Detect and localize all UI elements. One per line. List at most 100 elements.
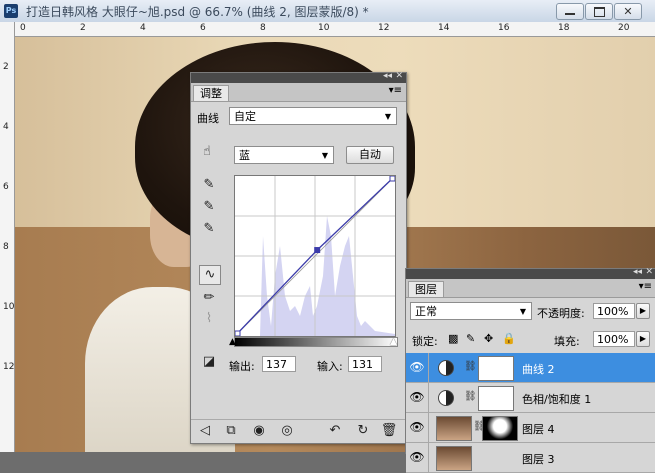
adjustments-tab-bar: 调整 ▾≡ <box>191 83 406 102</box>
clip-icon[interactable]: ◪ <box>199 353 219 371</box>
ruler-number: 6 <box>3 182 9 192</box>
visibility-eye-icon[interactable]: 👁 <box>406 443 429 472</box>
minimize-icon <box>565 13 575 15</box>
layer-mask-thumbnail[interactable] <box>478 356 514 381</box>
vertical-ruler[interactable]: 2 4 6 8 10 12 <box>0 22 15 452</box>
trash-icon[interactable]: 🗑 <box>379 422 399 440</box>
panel-grip-bar[interactable]: ◂◂ ✕ <box>406 267 655 279</box>
panel-menu-icon[interactable]: ▾≡ <box>389 85 402 96</box>
smooth-curve-icon[interactable]: ⌇ <box>199 310 219 328</box>
restore-button[interactable] <box>585 3 613 20</box>
link-chain-icon[interactable]: ⛓ <box>464 391 477 402</box>
on-image-adjust-hand-icon[interactable]: ☝ <box>197 143 217 161</box>
restore-icon <box>594 7 605 17</box>
opacity-label: 不透明度: <box>537 307 585 320</box>
fill-field[interactable]: 100% <box>593 331 635 347</box>
lock-transparency-icon[interactable]: ▩ <box>448 332 458 345</box>
auto-button[interactable]: 自动 <box>346 146 394 164</box>
blend-mode-select[interactable]: 正常 ▼ <box>410 302 532 320</box>
layers-tab-bar: 图层 ▾≡ <box>406 279 655 298</box>
view-previous-icon[interactable]: ↶ <box>325 422 345 440</box>
ruler-number: 10 <box>318 23 330 33</box>
adjustments-footer: ◁ ⧉ ◉ ◎ ↶ ↻ 🗑 <box>191 419 406 444</box>
adjustment-layer-icon <box>438 390 454 406</box>
adjustments-panel: ◂◂ ✕ 调整 ▾≡ 曲线 自定 ▼ ☝ 蓝 ▼ 自动 ✎ ✎ ✎ ∿ ✏ ⌇ <box>190 71 407 444</box>
ruler-number: 10 <box>3 302 15 312</box>
chevron-down-icon: ▼ <box>519 307 526 316</box>
tab-adjustments[interactable]: 调整 <box>193 85 229 101</box>
layer-row-curves-2[interactable]: 👁 ⛓ 曲线 2 <box>406 353 655 383</box>
ruler-number: 4 <box>3 122 9 132</box>
ruler-number: 18 <box>558 23 570 33</box>
chevron-down-icon: ▼ <box>384 112 391 121</box>
close-panel-icon[interactable]: ✕ <box>645 267 653 277</box>
lock-all-icon[interactable]: 🔒 <box>502 332 516 345</box>
visibility-eye-icon[interactable]: 👁 <box>406 413 429 442</box>
adjustment-layer-icon <box>438 360 454 376</box>
minimize-button[interactable] <box>556 3 584 20</box>
layer-row-layer-4[interactable]: 👁 ⛓ 图层 4 <box>406 413 655 443</box>
opacity-slider-button[interactable]: ▶ <box>636 303 650 319</box>
layer-name[interactable]: 图层 4 <box>522 421 555 437</box>
visibility-eye-icon[interactable]: ◎ <box>277 422 297 440</box>
white-slider-icon[interactable]: ▲ <box>390 337 397 347</box>
lock-position-icon[interactable]: ✥ <box>484 332 493 345</box>
ruler-number: 6 <box>200 23 206 33</box>
panel-menu-icon[interactable]: ▾≡ <box>639 281 652 292</box>
reset-icon[interactable]: ↻ <box>353 422 373 440</box>
fill-label: 填充: <box>554 335 580 348</box>
channel-select[interactable]: 蓝 ▼ <box>234 146 334 164</box>
ruler-number: 2 <box>80 23 86 33</box>
layer-mask-thumbnail[interactable] <box>482 416 518 441</box>
close-button[interactable]: ✕ <box>614 3 642 20</box>
pencil-draw-icon[interactable]: ✏ <box>199 289 219 307</box>
gradient-bar-horizontal <box>234 337 398 347</box>
ruler-number: 8 <box>3 242 9 252</box>
link-chain-icon[interactable]: ⛓ <box>464 361 477 372</box>
ruler-number: 12 <box>378 23 390 33</box>
input-label: 输入: <box>317 360 343 373</box>
layer-row-hue-saturation-1[interactable]: 👁 ⛓ 色相/饱和度 1 <box>406 383 655 413</box>
chevron-down-icon: ▼ <box>321 151 328 160</box>
channel-select-value: 蓝 <box>239 149 250 162</box>
clip-to-layer-icon[interactable]: ◉ <box>249 422 269 440</box>
layer-name[interactable]: 图层 3 <box>522 451 555 467</box>
visibility-eye-icon[interactable]: 👁 <box>406 353 429 382</box>
close-panel-icon[interactable]: ✕ <box>395 71 403 81</box>
blend-mode-value: 正常 <box>415 305 437 318</box>
gray-point-eyedropper-icon[interactable]: ✎ <box>199 198 219 216</box>
curve-control-point[interactable] <box>314 247 321 254</box>
tab-layers[interactable]: 图层 <box>408 281 444 297</box>
black-point-eyedropper-icon[interactable]: ✎ <box>199 176 219 194</box>
fill-slider-button[interactable]: ▶ <box>636 331 650 347</box>
ruler-number: 8 <box>260 23 266 33</box>
layer-thumbnail[interactable] <box>436 446 472 471</box>
ruler-number: 20 <box>618 23 630 33</box>
lock-image-icon[interactable]: ✎ <box>466 332 475 345</box>
curve-control-point[interactable] <box>234 330 241 337</box>
layer-row-layer-3[interactable]: 👁 图层 3 <box>406 443 655 473</box>
layer-mask-thumbnail[interactable] <box>478 386 514 411</box>
panel-grip-bar[interactable]: ◂◂ ✕ <box>191 71 406 83</box>
ruler-number: 2 <box>3 62 9 72</box>
collapse-icon[interactable]: ◂◂ <box>633 267 642 277</box>
output-label: 输出: <box>229 360 255 373</box>
opacity-field[interactable]: 100% <box>593 303 635 319</box>
layer-name[interactable]: 色相/饱和度 1 <box>522 391 591 407</box>
output-field[interactable]: 137 <box>262 356 296 372</box>
curve-edit-points-icon[interactable]: ∿ <box>199 265 221 285</box>
curves-graph[interactable] <box>234 175 396 337</box>
input-field[interactable]: 131 <box>348 356 382 372</box>
layer-name[interactable]: 曲线 2 <box>522 361 555 377</box>
lock-label: 锁定: <box>412 335 438 348</box>
black-slider-icon[interactable]: ▲ <box>229 337 236 347</box>
panel-view-icon[interactable]: ⧉ <box>221 422 241 440</box>
collapse-icon[interactable]: ◂◂ <box>383 71 392 81</box>
visibility-eye-icon[interactable]: 👁 <box>406 383 429 412</box>
curve-control-point[interactable] <box>389 175 396 182</box>
preset-select[interactable]: 自定 ▼ <box>229 107 397 125</box>
layer-thumbnail[interactable] <box>436 416 472 441</box>
back-arrow-icon[interactable]: ◁ <box>195 422 215 440</box>
white-point-eyedropper-icon[interactable]: ✎ <box>199 220 219 238</box>
horizontal-ruler[interactable]: 0 2 4 6 8 10 12 14 16 18 20 <box>14 22 655 37</box>
